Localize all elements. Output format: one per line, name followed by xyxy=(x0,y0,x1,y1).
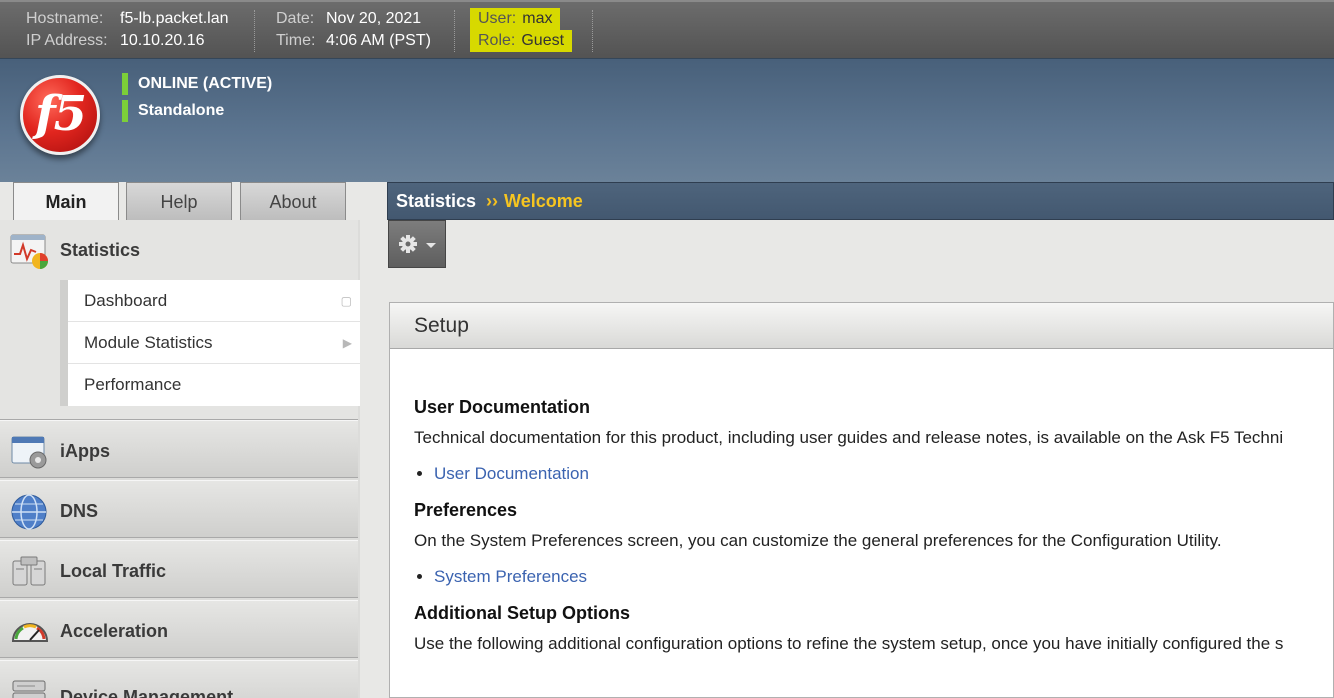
user-documentation-link[interactable]: User Documentation xyxy=(434,464,589,483)
status-mode-label: Standalone xyxy=(138,102,225,120)
status-mode[interactable]: Standalone xyxy=(122,100,224,122)
chevron-right-icon: ▶ xyxy=(342,336,352,350)
popout-icon[interactable]: ▢ xyxy=(341,280,352,322)
list-item: System Preferences xyxy=(434,567,1334,587)
sidebar-item-device-management[interactable]: Device Management xyxy=(0,660,358,698)
server-pair-icon xyxy=(12,556,46,586)
device-icon xyxy=(12,680,46,698)
tab-about[interactable]: About xyxy=(240,182,346,220)
submenu-item-label: Dashboard xyxy=(84,291,168,310)
gear-menu-button[interactable] xyxy=(388,220,446,268)
datetime-info: Date: Nov 20, 2021 Time: 4:06 AM (PST) xyxy=(276,8,431,52)
breadcrumb-separator: ›› xyxy=(486,191,499,211)
sidebar-item-acceleration[interactable]: Acceleration xyxy=(0,600,358,658)
host-info: Hostname: f5-lb.packet.lan IP Address: 10.… xyxy=(26,8,229,52)
link-list: User Documentation xyxy=(434,464,1334,484)
toolbar xyxy=(387,220,1334,270)
statistics-chart-icon xyxy=(10,234,48,269)
list-item: User Documentation xyxy=(434,464,1334,484)
sidebar-item-statistics[interactable]: Statistics Dashboard ▢ Module Statistics… xyxy=(0,220,360,420)
breadcrumb: Statistics ›› Welcome xyxy=(387,182,1334,220)
ip-label: IP Address: xyxy=(26,32,108,49)
app-header: f5 ONLINE (ACTIVE) Standalone xyxy=(0,58,1334,182)
submenu-item-dashboard[interactable]: Dashboard ▢ xyxy=(68,280,360,322)
submenu-item-performance[interactable]: Performance xyxy=(68,364,360,406)
link-list: System Preferences xyxy=(434,567,1334,587)
info-divider xyxy=(592,10,593,52)
iapps-window-gear-icon xyxy=(11,436,47,469)
date-label: Date: xyxy=(276,10,315,27)
sidebar-item-iapps[interactable]: iApps xyxy=(0,420,358,478)
tab-help[interactable]: Help xyxy=(126,182,232,220)
hostname-value: f5-lb.packet.lan xyxy=(120,10,229,27)
f5-logo[interactable]: f5 xyxy=(20,75,100,155)
breadcrumb-root[interactable]: Statistics xyxy=(396,191,476,211)
role-label: Role: xyxy=(478,32,516,49)
time-value: 4:06 AM (PST) xyxy=(326,32,431,49)
section-heading-user-documentation: User Documentation xyxy=(414,397,591,417)
info-divider xyxy=(454,10,455,52)
info-divider xyxy=(254,10,255,52)
system-preferences-link[interactable]: System Preferences xyxy=(434,567,587,586)
user-label: User: xyxy=(478,10,517,27)
caret-down-icon xyxy=(426,243,436,248)
speedometer-icon xyxy=(11,623,49,642)
section-text-additional-setup: Use the following additional configurati… xyxy=(414,634,1284,653)
globe-icon xyxy=(11,494,47,530)
date-value: Nov 20, 2021 xyxy=(326,10,422,27)
setup-panel: Setup User Documentation Technical docum… xyxy=(389,302,1334,698)
status-indicator xyxy=(122,73,128,95)
gear-icon xyxy=(399,235,436,253)
sidebar: Statistics Dashboard ▢ Module Statistics… xyxy=(0,220,360,698)
sidebar-item-label: Device Management xyxy=(60,687,234,698)
user-value: max xyxy=(522,10,553,27)
sidebar-item-label: Statistics xyxy=(60,240,141,260)
statistics-submenu: Dashboard ▢ Module Statistics ▶ Performa… xyxy=(60,280,360,406)
role-value: Guest xyxy=(521,32,565,49)
section-heading-additional-setup: Additional Setup Options xyxy=(414,603,630,623)
status-online[interactable]: ONLINE (ACTIVE) xyxy=(122,73,272,95)
panel-title: Setup xyxy=(390,303,1333,349)
logo-text: f5 xyxy=(34,86,87,142)
status-online-label: ONLINE (ACTIVE) xyxy=(138,75,273,93)
time-label: Time: xyxy=(276,32,316,49)
section-heading-preferences: Preferences xyxy=(414,500,518,520)
submenu-item-label: Performance xyxy=(84,375,182,394)
section-text-preferences: On the System Preferences screen, you ca… xyxy=(414,531,1222,550)
sidebar-item-label: Local Traffic xyxy=(60,561,167,581)
panel-content: User Documentation Technical documentati… xyxy=(414,397,1334,672)
ip-value: 10.10.20.16 xyxy=(120,32,205,49)
sidebar-item-local-traffic[interactable]: Local Traffic xyxy=(0,540,358,598)
submenu-item-label: Module Statistics xyxy=(84,333,213,352)
tab-main[interactable]: Main xyxy=(13,182,119,221)
submenu-item-module-statistics[interactable]: Module Statistics ▶ xyxy=(68,322,360,364)
hostname-label: Hostname: xyxy=(26,10,104,27)
user-info: User: max Role: Guest xyxy=(470,8,573,52)
sidebar-item-dns[interactable]: DNS xyxy=(0,480,358,538)
sidebar-item-label: DNS xyxy=(60,501,99,521)
status-indicator xyxy=(122,100,128,122)
section-text-user-documentation: Technical documentation for this product… xyxy=(414,428,1284,447)
sidebar-item-label: iApps xyxy=(60,441,111,461)
system-info-bar: Hostname: f5-lb.packet.lan IP Address: 10.… xyxy=(0,0,1334,58)
breadcrumb-current: Welcome xyxy=(504,191,583,211)
sidebar-item-label: Acceleration xyxy=(60,621,169,641)
